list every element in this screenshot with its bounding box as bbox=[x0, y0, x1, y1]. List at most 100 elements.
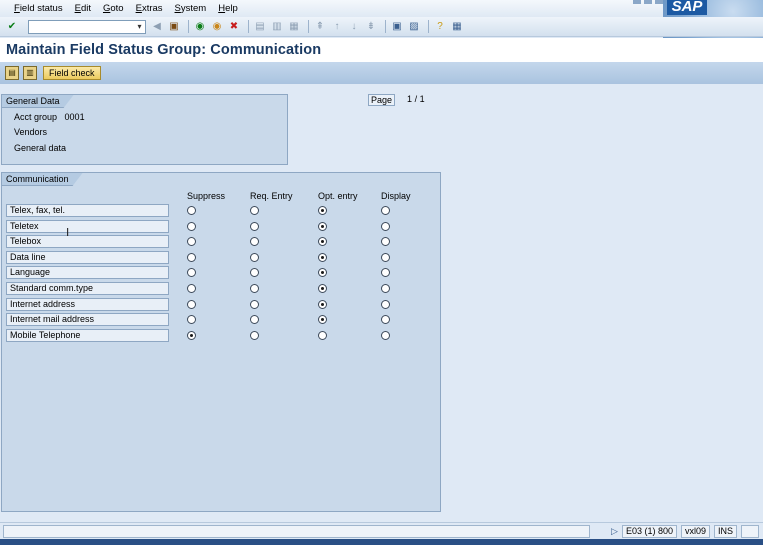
field-label: Telex, fax, tel. bbox=[6, 204, 169, 217]
opt-entry-radio[interactable] bbox=[318, 206, 327, 215]
display-radio[interactable] bbox=[381, 284, 390, 293]
title-bar: Maintain Field Status Group: Communicati… bbox=[0, 38, 763, 62]
command-dropdown-icon[interactable]: ▾ bbox=[135, 22, 144, 32]
suppress-radio[interactable] bbox=[187, 237, 196, 247]
text-cursor-icon: I bbox=[66, 226, 70, 239]
req-entry-radio[interactable] bbox=[250, 330, 259, 340]
display-radio[interactable] bbox=[381, 237, 390, 247]
back-arrow-icon[interactable]: ◀ bbox=[150, 20, 164, 34]
cancel-icon[interactable]: ✖ bbox=[227, 20, 241, 34]
toolbar-separator bbox=[188, 20, 189, 33]
previous-group-icon[interactable]: ▥ bbox=[23, 66, 37, 80]
find-icon[interactable]: ▥ bbox=[270, 20, 284, 34]
create-session-icon[interactable]: ▣ bbox=[390, 20, 404, 34]
display-radio[interactable] bbox=[381, 252, 390, 262]
shortcut-icon[interactable]: ▨ bbox=[407, 20, 421, 34]
req-entry-radio[interactable] bbox=[250, 221, 259, 231]
status-toggle-icon[interactable]: ▷ bbox=[611, 526, 618, 537]
command-field[interactable]: ▾ bbox=[28, 19, 146, 34]
req-entry-radio[interactable] bbox=[250, 299, 259, 309]
column-opt-entry: Opt. entry bbox=[318, 191, 358, 201]
display-radio[interactable] bbox=[381, 221, 390, 231]
next-page-icon[interactable]: ↓ bbox=[347, 20, 361, 34]
field-label: Internet mail address bbox=[6, 313, 169, 327]
page-indicator: Page 1 / 1 bbox=[368, 94, 425, 106]
req-entry-radio[interactable] bbox=[250, 315, 259, 325]
req-entry-radio[interactable] bbox=[250, 206, 259, 215]
field-check-button[interactable]: Field check bbox=[43, 66, 101, 80]
display-radio[interactable] bbox=[381, 299, 390, 309]
general-data-group: General Data Acct group 0001 Vendors Gen… bbox=[1, 94, 288, 165]
page-current: 1 bbox=[407, 94, 413, 104]
minimize-button[interactable] bbox=[633, 0, 641, 4]
save-icon[interactable]: ▣ bbox=[167, 20, 181, 34]
system-info: ▷ E03 (1) 800 vxl09 INS bbox=[611, 525, 759, 538]
opt-entry-radio[interactable] bbox=[318, 221, 327, 231]
suppress-radio[interactable] bbox=[187, 268, 196, 278]
communication-tab: Communication bbox=[2, 173, 83, 186]
previous-page-icon[interactable]: ↑ bbox=[330, 20, 344, 34]
field-label: Telebox bbox=[6, 235, 169, 249]
opt-entry-radio[interactable] bbox=[318, 315, 327, 325]
menu-system[interactable]: System bbox=[175, 3, 207, 14]
page-separator: / bbox=[414, 94, 418, 104]
display-radio[interactable] bbox=[381, 315, 390, 325]
sap-logo-text: SAP bbox=[667, 0, 707, 15]
menu-extras[interactable]: Extras bbox=[136, 3, 163, 14]
suppress-radio[interactable] bbox=[187, 221, 196, 231]
exit-icon[interactable]: ◉ bbox=[210, 20, 224, 34]
find-next-icon[interactable]: ▦ bbox=[287, 20, 301, 34]
suppress-radio[interactable] bbox=[187, 299, 196, 309]
column-req-entry: Req. Entry bbox=[250, 191, 293, 201]
menu-goto[interactable]: Goto bbox=[103, 3, 124, 14]
display-radio[interactable] bbox=[381, 330, 390, 340]
menu-field-status[interactable]: Field status bbox=[14, 3, 63, 14]
application-toolbar: ▤ ▥ Field check bbox=[0, 62, 763, 84]
page-button[interactable]: Page bbox=[368, 94, 396, 106]
opt-entry-radio[interactable] bbox=[318, 330, 327, 340]
suppress-radio[interactable] bbox=[187, 206, 196, 215]
req-entry-radio[interactable] bbox=[250, 268, 259, 278]
next-group-icon[interactable]: ▤ bbox=[5, 66, 19, 80]
status-bar: ▷ E03 (1) 800 vxl09 INS bbox=[0, 522, 763, 539]
opt-entry-radio[interactable] bbox=[318, 237, 327, 247]
field-label: Mobile Telephone bbox=[6, 328, 169, 342]
suppress-radio[interactable] bbox=[187, 315, 196, 325]
acct-group-row: Acct group 0001 bbox=[14, 112, 85, 122]
back-icon[interactable]: ◉ bbox=[193, 20, 207, 34]
page-total: 1 bbox=[419, 94, 425, 104]
last-page-icon[interactable]: ⇟ bbox=[364, 20, 378, 34]
acct-group-label: Acct group bbox=[14, 112, 58, 122]
enter-icon[interactable]: ✔ bbox=[5, 20, 19, 34]
opt-entry-radio[interactable] bbox=[318, 284, 327, 293]
first-page-icon[interactable]: ⇞ bbox=[313, 20, 327, 34]
layout-menu-icon[interactable]: ▦ bbox=[450, 20, 464, 34]
system-client: E03 (1) 800 bbox=[621, 525, 677, 538]
field-label: Language bbox=[6, 266, 169, 280]
toolbar-separator bbox=[385, 20, 386, 33]
opt-entry-radio[interactable] bbox=[318, 268, 327, 278]
toolbar-separator bbox=[248, 20, 249, 33]
display-radio[interactable] bbox=[381, 268, 390, 278]
suppress-radio[interactable] bbox=[187, 252, 196, 262]
display-radio[interactable] bbox=[381, 206, 390, 215]
suppress-radio[interactable] bbox=[187, 330, 196, 340]
menu-help[interactable]: Help bbox=[218, 3, 238, 14]
communication-group: Communication Suppress Req. Entry Opt. e… bbox=[1, 172, 441, 512]
general-data-text: General data bbox=[14, 143, 67, 153]
menu-edit[interactable]: Edit bbox=[75, 3, 91, 14]
opt-entry-radio[interactable] bbox=[318, 252, 327, 262]
standard-toolbar: ✔ ▾ ◀ ▣ ◉ ◉ ✖ ▤ ▥ ▦ ⇞ ↑ ↓ ⇟ ▣ ▨ ? ▦ bbox=[0, 17, 763, 37]
general-data-tab: General Data bbox=[2, 95, 74, 108]
suppress-radio[interactable] bbox=[187, 284, 196, 293]
help-icon[interactable]: ? bbox=[433, 20, 447, 34]
close-window-button[interactable] bbox=[655, 0, 663, 4]
req-entry-radio[interactable] bbox=[250, 237, 259, 247]
opt-entry-radio[interactable] bbox=[318, 299, 327, 309]
print-icon[interactable]: ▤ bbox=[253, 20, 267, 34]
acct-group-value: 0001 bbox=[64, 112, 85, 122]
maximize-button[interactable] bbox=[644, 0, 652, 4]
req-entry-radio[interactable] bbox=[250, 284, 259, 293]
server-name: vxl09 bbox=[680, 525, 710, 538]
req-entry-radio[interactable] bbox=[250, 252, 259, 262]
